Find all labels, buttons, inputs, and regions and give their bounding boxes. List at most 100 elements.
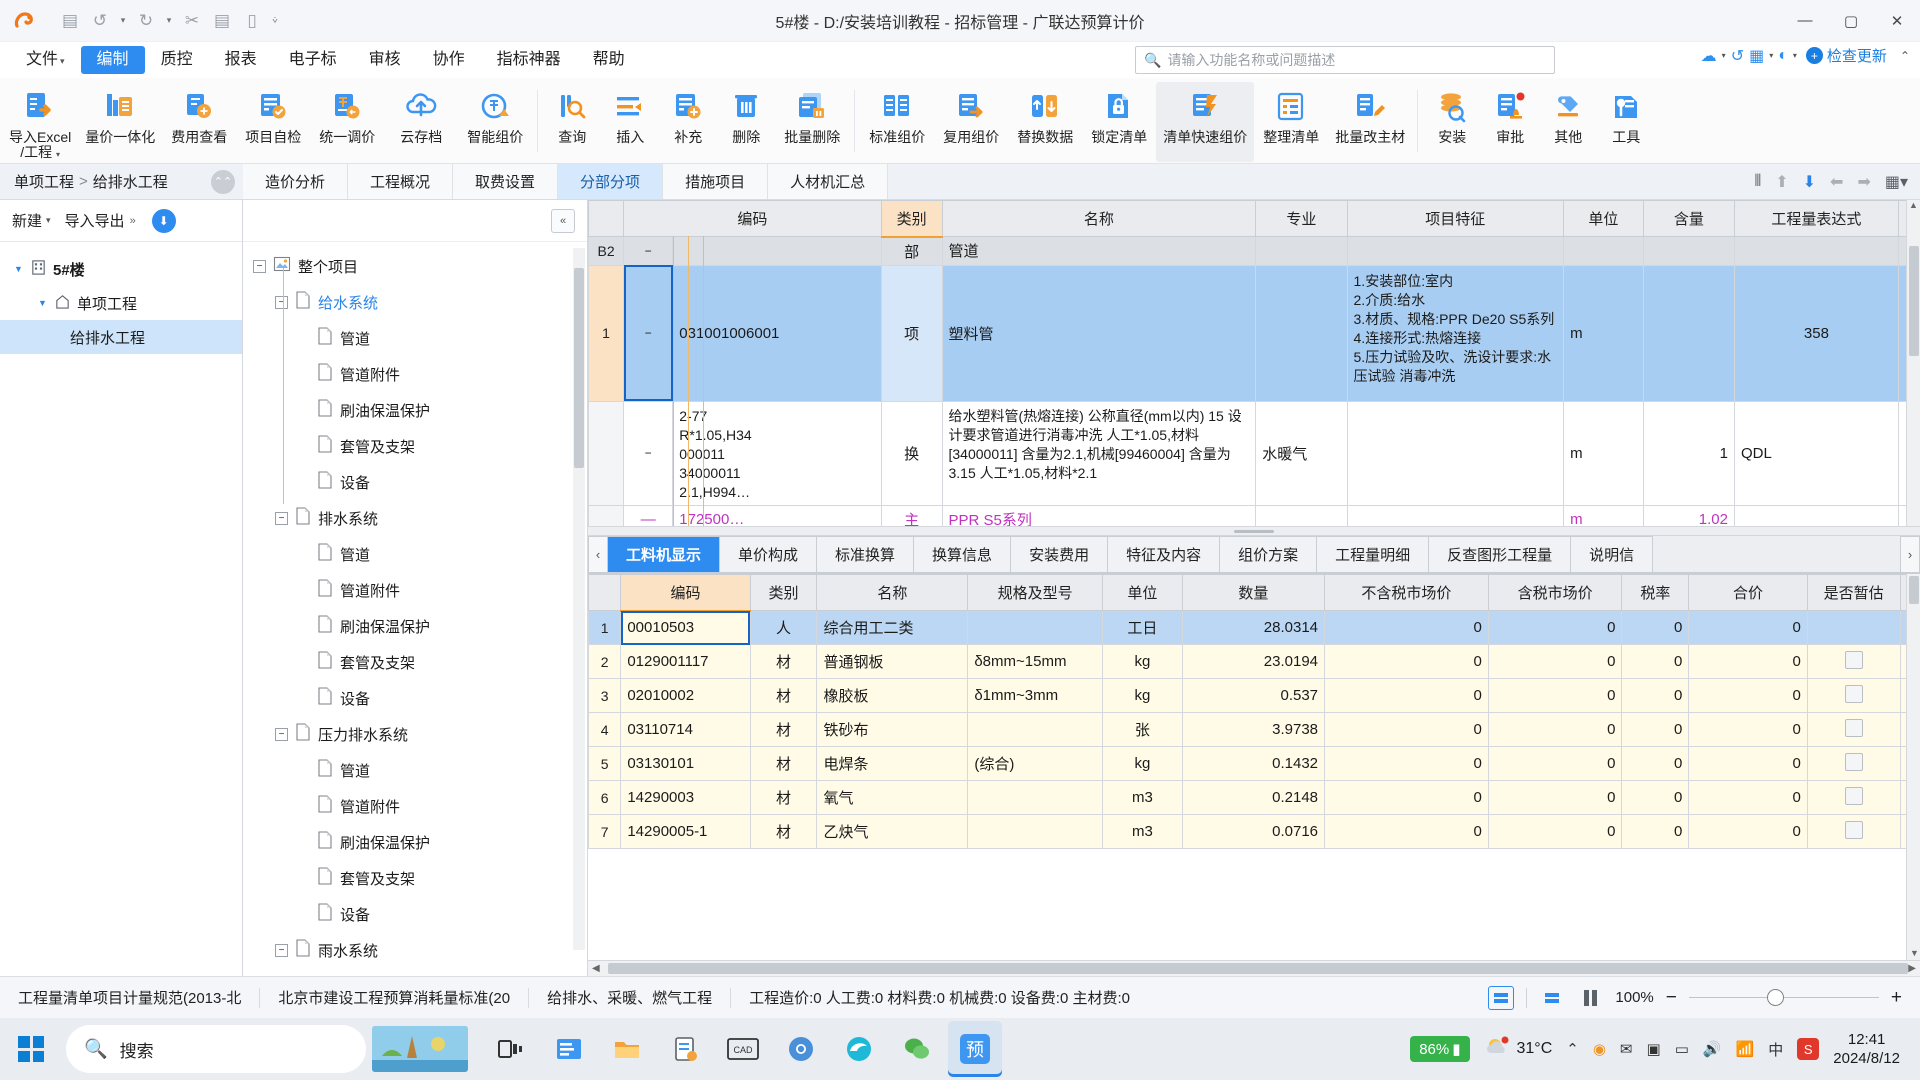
cell-unit[interactable]: m (1563, 264, 1644, 402)
estimated-checkbox[interactable] (1844, 684, 1863, 703)
tab-cost-analysis[interactable]: 造价分析 (243, 164, 349, 199)
cell-code[interactable] (672, 236, 882, 266)
cell-estimated[interactable] (1806, 780, 1901, 815)
cell-category[interactable]: 主 (880, 504, 943, 526)
tree-item-18[interactable]: 设备 (243, 896, 587, 932)
ribbon-replace-data[interactable]: 替换数据 (1008, 82, 1082, 162)
maximize-button[interactable]: ▢ (1828, 0, 1874, 42)
tree-item-11[interactable]: 套管及支架 (243, 644, 587, 680)
header-feature[interactable]: 项目特征 (1346, 200, 1565, 237)
tree-item-9[interactable]: 管道附件 (243, 572, 587, 608)
header-unit[interactable]: 单位 (1102, 574, 1183, 611)
cell-quantity[interactable]: 0.537 (1181, 678, 1326, 713)
table-row[interactable]: 1 00010503 人综合用工二类 工日 28.0314 0 0 0 0 (588, 610, 1920, 645)
breadcrumb-parent[interactable]: 单项工程 (14, 171, 74, 192)
chevron-down-icon[interactable]: ▼ (38, 298, 48, 308)
budget-app-icon[interactable]: 预 (948, 1021, 1002, 1077)
wifi-icon[interactable]: 📶 (1736, 1040, 1755, 1058)
lower-tab-2[interactable]: 标准换算 (817, 536, 915, 573)
cell-name[interactable]: 普通钢板 (816, 644, 969, 679)
ribbon-quick-price[interactable]: 清单快速组价 (1156, 82, 1255, 162)
cell-content[interactable]: 1 (1642, 400, 1735, 506)
cell-code[interactable]: 031001006001 (672, 264, 882, 402)
save-icon[interactable]: ▤ (56, 7, 84, 35)
cell-quantity[interactable]: 28.0314 (1181, 610, 1326, 645)
cell-estimated[interactable] (1806, 678, 1901, 713)
header-major[interactable]: 专业 (1255, 200, 1348, 237)
collapse-ribbon-icon[interactable]: ⌃ (1900, 49, 1910, 63)
cell-quantity[interactable]: 23.0194 (1181, 644, 1326, 679)
cell-price-ex-tax[interactable]: 0 (1324, 644, 1489, 679)
header-content[interactable]: 含量 (1642, 200, 1735, 237)
undo-caret-icon[interactable]: ▾ (116, 7, 130, 35)
lower-tab-5[interactable]: 特征及内容 (1108, 536, 1221, 573)
tree-item-2[interactable]: 管道 (243, 320, 587, 356)
cell-unit[interactable]: m (1563, 504, 1644, 526)
header-price-ex-tax[interactable]: 不含税市场价 (1324, 574, 1489, 611)
cell-price-inc-tax[interactable]: 0 (1487, 610, 1623, 645)
zoom-out-button[interactable]: − (1666, 987, 1677, 1009)
download-icon[interactable]: ⬇ (151, 208, 176, 233)
cell-spec[interactable]: δ1mm~3mm (967, 678, 1104, 713)
cell-price-inc-tax[interactable]: 0 (1487, 780, 1623, 815)
chrome-icon[interactable] (774, 1021, 828, 1077)
cell-unit[interactable]: kg (1102, 746, 1183, 781)
ribbon-reuse-price[interactable]: 复用组价 (934, 82, 1008, 162)
ribbon-insert[interactable]: 插入 (601, 82, 659, 162)
tree-node-building[interactable]: ▼ 5#楼 (0, 252, 242, 286)
cell-name[interactable]: 铁砂布 (816, 712, 969, 747)
tree-item-0[interactable]: − 整个项目 (243, 248, 587, 284)
cell-category[interactable]: 材 (749, 678, 818, 713)
cell-major[interactable]: 水暖气 (1255, 400, 1348, 506)
cell-estimated[interactable] (1806, 610, 1901, 645)
split-view-icon[interactable]: ⫴ (1754, 173, 1761, 191)
cell-estimated[interactable] (1806, 814, 1901, 849)
history-icon[interactable]: ↺ (1731, 46, 1744, 66)
ribbon-batch-material[interactable]: 批量改主材 (1328, 82, 1412, 162)
cell-code[interactable]: 03130101 (620, 746, 751, 781)
cell-quantity[interactable]: 0.1432 (1181, 746, 1326, 781)
estimated-checkbox[interactable] (1844, 820, 1863, 839)
notes-icon[interactable] (658, 1021, 712, 1077)
paste-icon[interactable]: ▯ (238, 7, 266, 35)
battery-indicator[interactable]: 86% ▮ (1410, 1036, 1470, 1062)
cell-price-ex-tax[interactable]: 0 (1324, 678, 1489, 713)
chevron-up-icon[interactable]: ⌃ (1566, 1040, 1579, 1058)
ribbon-approval[interactable]: 审批 (1481, 82, 1539, 162)
collapse-up-icon[interactable]: ⌃⌃ (211, 169, 235, 194)
move-right-icon[interactable]: ➡ (1857, 172, 1870, 192)
header-quantity[interactable]: 数量 (1181, 574, 1326, 611)
header-expression[interactable]: 工程量表达式 (1733, 200, 1899, 237)
cell-expression[interactable] (1733, 236, 1899, 266)
cell-quantity[interactable]: 3.9738 (1181, 712, 1326, 747)
collapse-panel-icon[interactable]: « (551, 208, 575, 233)
tree-scrollbar[interactable] (573, 248, 585, 950)
scroll-down-icon[interactable]: ▼ (1910, 948, 1919, 958)
menu-item-audit[interactable]: 审核 (353, 46, 417, 74)
table-row[interactable]: 2 0129001117 材普通钢板 δ8mm~15mm kg 23.0194 0 0 0 0 (588, 644, 1920, 679)
cell-spec[interactable] (967, 814, 1104, 849)
header-code[interactable]: 编码 (623, 200, 882, 237)
ribbon-batch-delete[interactable]: 批量删除 (775, 82, 849, 162)
cell-category[interactable]: 项 (880, 264, 943, 402)
cell-code[interactable]: 00010503 (620, 610, 751, 645)
lower-tab-3[interactable]: 换算信息 (914, 536, 1012, 573)
cell-content[interactable]: 1.02 (1642, 504, 1735, 526)
cell-content[interactable] (1642, 264, 1735, 402)
menu-item-quality[interactable]: 质控 (145, 46, 209, 74)
cell-feature[interactable] (1346, 236, 1565, 266)
cell-major[interactable] (1255, 504, 1348, 526)
zoom-in-button[interactable]: + (1891, 987, 1902, 1009)
task-view-icon[interactable] (484, 1021, 538, 1077)
taskbar-widget-image[interactable] (372, 1026, 468, 1072)
cell-tax-rate[interactable]: 0 (1621, 678, 1690, 713)
cell-unit[interactable]: kg (1102, 678, 1183, 713)
display-icon[interactable]: ▭ (1675, 1040, 1689, 1058)
import-export-button[interactable]: 导入导出 » (65, 210, 136, 231)
menu-item-collab[interactable]: 协作 (417, 46, 481, 74)
cell-category[interactable]: 换 (880, 400, 943, 506)
row-expander[interactable]: − (623, 264, 674, 402)
tree-scroll-thumb[interactable] (574, 268, 584, 468)
menu-item-report[interactable]: 报表 (209, 46, 273, 74)
tree-expander[interactable]: − (275, 511, 288, 525)
